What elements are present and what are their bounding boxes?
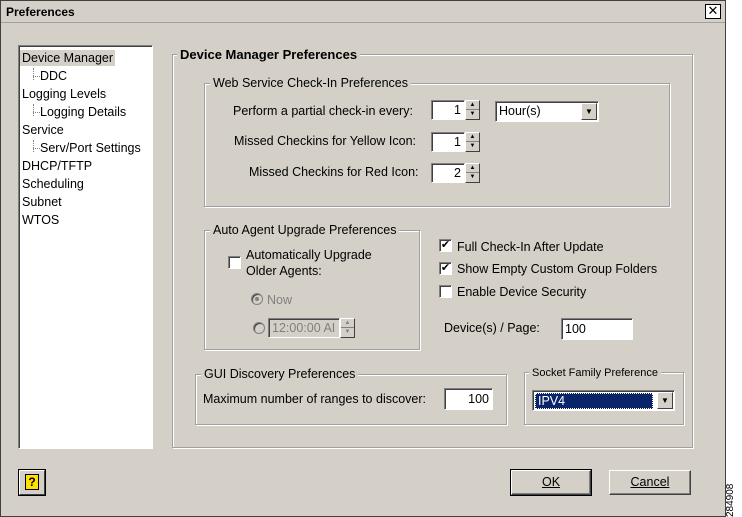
spin-up-icon[interactable]: ▲ xyxy=(466,164,479,173)
title-bar[interactable]: Preferences ✕ xyxy=(1,1,725,23)
max-ranges-label: Maximum number of ranges to discover: xyxy=(203,392,427,406)
red-icon-stepper[interactable]: ▲ ▼ xyxy=(465,163,480,183)
tree-item-logging-levels[interactable]: Logging Levels xyxy=(22,86,106,102)
show-empty-folders-label: Show Empty Custom Group Folders xyxy=(457,262,658,276)
auto-upgrade-title: Auto Agent Upgrade Preferences xyxy=(210,223,400,237)
tree-item-scheduling[interactable]: Scheduling xyxy=(22,176,84,192)
tree-item-device-manager[interactable]: Device Manager xyxy=(20,50,116,66)
spin-down-icon[interactable]: ▼ xyxy=(341,328,354,337)
preferences-window: Preferences ✕ Device Manager DDC Logging… xyxy=(0,0,726,517)
socket-family-value: IPV4 xyxy=(535,393,653,409)
tree-item-subnet[interactable]: Subnet xyxy=(22,194,62,210)
help-icon: ? xyxy=(25,474,39,490)
red-icon-input[interactable]: 2 xyxy=(431,163,465,183)
auto-upgrade-label-line1: Automatically Upgrade xyxy=(246,248,372,262)
ok-button-label: OK xyxy=(541,475,561,489)
devices-per-page-label: Device(s) / Page: xyxy=(444,321,540,335)
full-checkin-checkbox[interactable]: ✔ xyxy=(439,239,452,252)
devices-per-page-input[interactable]: 100 xyxy=(561,318,633,340)
upgrade-time-radio[interactable] xyxy=(253,322,265,334)
page-title: Device Manager Preferences xyxy=(177,47,361,62)
close-button[interactable]: ✕ xyxy=(705,4,721,19)
gui-discovery-title: GUI Discovery Preferences xyxy=(201,367,359,381)
auto-upgrade-label-line2: Older Agents: xyxy=(246,264,322,278)
full-checkin-label: Full Check-In After Update xyxy=(457,240,604,254)
radio-dot xyxy=(255,297,259,301)
chevron-down-icon[interactable]: ▼ xyxy=(581,103,597,120)
show-empty-folders-checkbox[interactable]: ✔ xyxy=(439,262,452,275)
spin-up-icon[interactable]: ▲ xyxy=(341,319,354,328)
socket-family-select[interactable]: IPV4 ▼ xyxy=(532,390,675,411)
partial-checkin-input[interactable]: 1 xyxy=(431,100,465,120)
tree-item-ddc[interactable]: DDC xyxy=(40,68,67,84)
spin-down-icon[interactable]: ▼ xyxy=(466,142,479,151)
red-icon-label: Missed Checkins for Red Icon: xyxy=(249,165,419,179)
tree-connector xyxy=(33,104,34,116)
upgrade-time-input[interactable]: 12:00:00 AI xyxy=(268,318,340,338)
spin-up-icon[interactable]: ▲ xyxy=(466,133,479,142)
spin-up-icon[interactable]: ▲ xyxy=(466,101,479,110)
tree-item-service[interactable]: Service xyxy=(22,122,64,138)
window-title: Preferences xyxy=(6,5,75,19)
auto-upgrade-checkbox[interactable] xyxy=(228,256,241,269)
chevron-down-icon[interactable]: ▼ xyxy=(657,392,673,409)
tree-connector xyxy=(33,112,40,113)
tree-connector xyxy=(33,140,34,152)
upgrade-time-stepper[interactable]: ▲ ▼ xyxy=(340,318,355,338)
tree-item-logging-details[interactable]: Logging Details xyxy=(40,104,126,120)
tree-item-wtos[interactable]: WTOS xyxy=(22,212,59,228)
close-icon: ✕ xyxy=(707,3,719,18)
yellow-icon-input[interactable]: 1 xyxy=(431,132,465,152)
socket-family-title: Socket Family Preference xyxy=(529,366,661,380)
partial-checkin-stepper[interactable]: ▲ ▼ xyxy=(465,100,480,120)
help-button[interactable]: ? xyxy=(18,469,46,496)
device-security-checkbox[interactable] xyxy=(439,285,452,298)
tree-connector xyxy=(33,148,40,149)
partial-checkin-label: Perform a partial check-in every: xyxy=(233,104,413,118)
tree-connector xyxy=(33,76,40,77)
checkin-unit-select[interactable]: Hour(s) ▼ xyxy=(495,101,599,122)
cancel-button-label: Cancel xyxy=(630,475,670,489)
tree-item-dhcp-tftp[interactable]: DHCP/TFTP xyxy=(22,158,92,174)
yellow-icon-label: Missed Checkins for Yellow Icon: xyxy=(234,134,417,148)
tree-connector xyxy=(33,68,34,80)
yellow-icon-stepper[interactable]: ▲ ▼ xyxy=(465,132,480,152)
web-service-title: Web Service Check-In Preferences xyxy=(210,76,411,90)
upgrade-now-radio[interactable] xyxy=(251,293,263,305)
preferences-tree[interactable]: Device Manager DDC Logging Levels Loggin… xyxy=(18,45,153,449)
max-ranges-input[interactable]: 100 xyxy=(444,388,493,410)
spin-down-icon[interactable]: ▼ xyxy=(466,110,479,119)
figure-id: 284908 xyxy=(725,483,736,517)
device-security-label: Enable Device Security xyxy=(457,285,587,299)
upgrade-now-label: Now xyxy=(267,293,293,307)
checkin-unit-value: Hour(s) xyxy=(499,104,541,118)
spin-down-icon[interactable]: ▼ xyxy=(466,173,479,182)
cancel-button[interactable]: Cancel xyxy=(609,470,691,495)
tree-item-serv-port-settings[interactable]: Serv/Port Settings xyxy=(40,140,141,156)
ok-button[interactable]: OK xyxy=(510,469,592,496)
